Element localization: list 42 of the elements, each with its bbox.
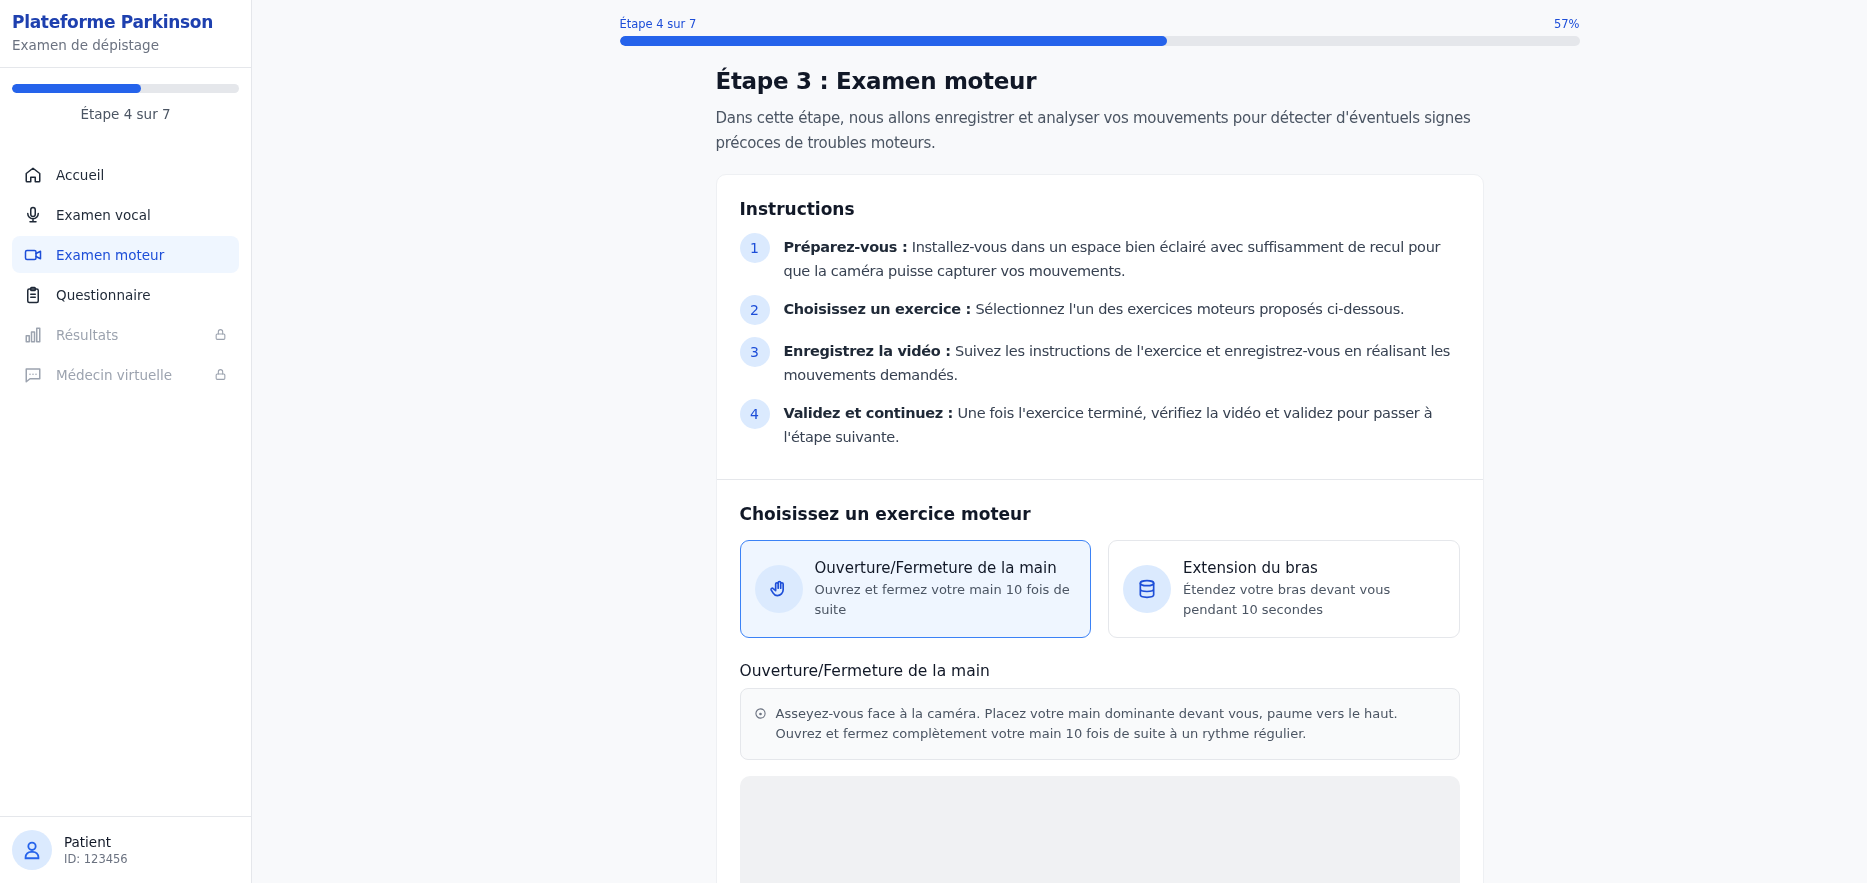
nav-item[interactable]: Examen vocal — [12, 196, 239, 233]
user-name: Patient — [64, 834, 112, 850]
step-number: 2 — [739, 295, 770, 325]
instruction-text: Asseyez-vous face à la caméra. Placez votre main dominante devant vous, paume vers le haut. Ouvrez et fermez complètement votre main 10 fois de suite à un rythme régulier. — [775, 705, 1399, 743]
exercise-title: Ouverture/Fermeture de la main — [739, 662, 991, 680]
database-icon — [1123, 565, 1171, 613]
exercise-card[interactable]: Ouverture/Fermeture de la main Ouvrez et fermez votre main 10 fois de suite — [739, 540, 1091, 638]
step-text: Validez et continuez : Une fois l'exercice terminé, vérifiez la vidéo et validez pour passer à l'étape suivante. — [783, 404, 1434, 447]
info-icon — [754, 708, 766, 719]
exercise-description: Étendez votre bras devant vous pendant 10 secondes — [1183, 580, 1392, 619]
microphone-icon — [24, 205, 42, 224]
section-title: Instructions — [739, 199, 856, 219]
nav-item[interactable]: Accueil — [12, 156, 239, 193]
nav-item[interactable]: Questionnaire — [12, 276, 239, 313]
section-title: Choisissez un exercice moteur — [739, 504, 1032, 524]
message-icon — [24, 365, 42, 384]
step-text: Choisissez un exercice : Sélectionnez l'un des exercices moteurs proposés ci-dessous. — [783, 300, 1405, 319]
nav-item[interactable]: Examen moteur — [12, 236, 239, 273]
clipboard-icon — [24, 285, 42, 304]
step-label: Étape 4 sur 7 — [619, 17, 697, 31]
app-subtitle: Examen de dépistage — [12, 37, 160, 53]
step-text: Enregistrez la vidéo : Suivez les instructions de l'exercice et enregistrez-vous en réalisant les mouvements demandés. — [783, 342, 1452, 385]
step-text: Préparez-vous : Installez-vous dans un espace bien éclairé avec suffisamment de recul pour que la caméra puisse capturer vos mouvements. — [783, 238, 1442, 281]
step-number: 1 — [739, 233, 770, 263]
exercise-title: Ouverture/Fermeture de la main — [814, 558, 1058, 577]
lock-icon — [214, 368, 227, 381]
page-title: Étape 3 : Examen moteur — [715, 68, 1038, 94]
lock-icon — [214, 328, 227, 341]
step-label: Étape 4 sur 7 — [79, 106, 172, 122]
exercise-description: Ouvrez et fermez votre main 10 fois de suite — [814, 580, 1071, 619]
user-avatar-icon — [12, 830, 52, 870]
step-number: 4 — [739, 399, 770, 429]
user-id: ID: 123456 — [64, 852, 128, 866]
exercise-card[interactable]: Extension du bras Étendez votre bras devant vous pendant 10 secondes — [1108, 540, 1460, 638]
hand-icon — [754, 565, 803, 613]
app-title: Plateforme Parkinson — [12, 12, 215, 32]
home-icon — [24, 165, 42, 184]
exercise-title: Extension du bras — [1183, 558, 1319, 577]
bar-chart-icon — [24, 325, 42, 344]
progress-percent: 57% — [1553, 17, 1580, 31]
page-description: Dans cette étape, nous allons enregistrer et analyser vos mouvements pour détecter d'éventuels signes précoces de troubles moteurs. — [715, 108, 1472, 154]
step-number: 3 — [739, 337, 770, 367]
